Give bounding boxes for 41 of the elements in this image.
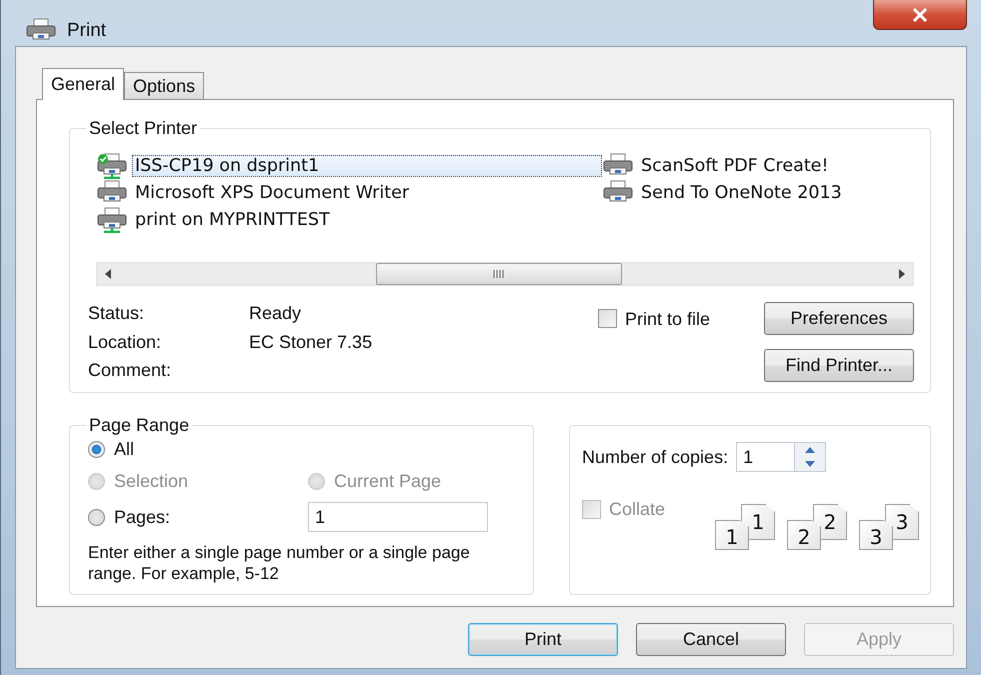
close-button[interactable]	[873, 0, 967, 30]
dialog-button[interactable]: Cancel	[636, 623, 786, 656]
left-arrow-icon[interactable]	[105, 269, 111, 279]
window-title: Print	[67, 20, 106, 42]
printer-item[interactable]: Send To OneNote 2013	[638, 182, 845, 204]
page-sheet: 2	[787, 520, 822, 550]
page-sheet: 3	[859, 520, 894, 550]
radio-option[interactable]: All	[88, 438, 308, 460]
detail-value: Ready	[249, 302, 302, 325]
radio-dot[interactable]	[88, 440, 105, 458]
page-sheet: 1	[715, 520, 750, 550]
detail-value: EC Stoner 7.35	[249, 330, 374, 354]
grip-icon	[493, 270, 505, 278]
radio-option[interactable]: Pages:	[88, 506, 308, 528]
printer-item[interactable]: ISS-CP19 on dsprint1	[132, 155, 602, 177]
tab[interactable]: Options	[124, 72, 204, 99]
find-printer-button[interactable]: Find Printer...	[764, 349, 914, 382]
up-arrow-icon[interactable]	[805, 447, 816, 453]
copies-field[interactable]: 1	[736, 442, 794, 472]
copies-label: Number of copies:	[582, 446, 728, 468]
preferences-button[interactable]: Preferences	[764, 302, 914, 335]
printer-item[interactable]: Microsoft XPS Document Writer	[132, 182, 412, 204]
detail-label: Location:	[88, 330, 162, 354]
print-to-file-checkbox[interactable]: Print to file	[598, 308, 764, 330]
radio-dot[interactable]	[88, 508, 105, 526]
spin-buttons[interactable]	[794, 442, 826, 472]
group-title: Select Printer	[88, 118, 198, 139]
hint-text: Enter either a single page number or a single page range. For example, 5-12	[88, 542, 471, 584]
pages-field[interactable]: 1	[308, 502, 488, 532]
printer-item[interactable]: print on MYPRINTTEST	[132, 209, 333, 231]
detail-label: Comment:	[88, 359, 172, 382]
group-title: Page Range	[88, 415, 190, 436]
tab[interactable]: General	[42, 68, 124, 100]
scroll-thumb[interactable]	[376, 263, 622, 285]
horizontal-scrollbar[interactable]	[96, 262, 914, 286]
detail-label: Status:	[88, 302, 146, 325]
dialog-button[interactable]: Print	[468, 623, 618, 656]
down-arrow-icon[interactable]	[805, 461, 816, 467]
right-arrow-icon[interactable]	[899, 269, 905, 279]
close-icon	[912, 8, 928, 22]
printer-item[interactable]: ScanSoft PDF Create!	[638, 155, 832, 177]
